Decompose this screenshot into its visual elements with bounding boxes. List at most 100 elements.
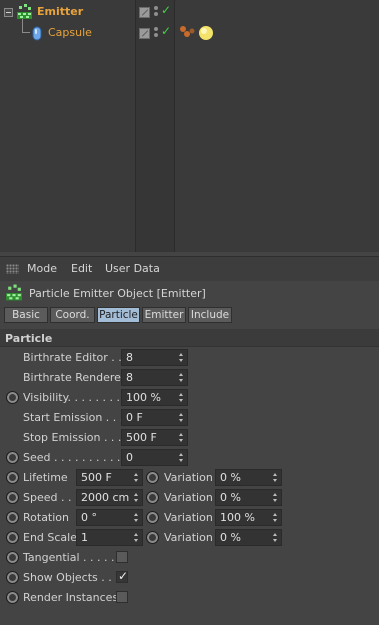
keyframe-circle-icon[interactable] [6, 571, 19, 584]
menu-edit[interactable]: Edit [71, 262, 92, 275]
object-header: Particle Emitter Object [Emitter] [0, 281, 379, 305]
end-scale-field[interactable]: 1 [76, 529, 143, 546]
spinner-arrows-icon[interactable] [134, 513, 139, 522]
spinner-arrows-icon[interactable] [179, 433, 184, 442]
tab-basic[interactable]: Basic [4, 307, 48, 323]
field-value: 500 F [126, 431, 157, 444]
param-label: Birthrate Editor . . [23, 351, 122, 364]
rotation-variation-field[interactable]: 100 % [215, 509, 282, 526]
param-start-emission: Start Emission . . . 0 F [0, 408, 379, 428]
spinner-arrows-icon[interactable] [179, 393, 184, 402]
end-scale-variation-field[interactable]: 0 % [215, 529, 282, 546]
menu-user-data[interactable]: User Data [105, 262, 160, 275]
keyframe-circle-icon[interactable] [6, 531, 19, 544]
spinner-arrows-icon[interactable] [134, 533, 139, 542]
show-objects-checkbox[interactable] [116, 569, 128, 583]
layer-icon[interactable] [139, 7, 150, 18]
visibility-dots[interactable] [154, 27, 159, 40]
spinner-arrows-icon[interactable] [179, 373, 184, 382]
param-render-instances: Render Instances [0, 588, 379, 608]
enabled-check-icon[interactable]: ✓ [161, 3, 171, 17]
emitter-icon [6, 284, 22, 301]
render-instances-checkbox[interactable] [116, 591, 128, 603]
birthrate-editor-field[interactable]: 8 [121, 349, 188, 366]
object-manager: Emitter ✓ Capsule ✓ [0, 0, 379, 252]
lifetime-variation-field[interactable]: 0 % [215, 469, 282, 486]
section-header: Particle [0, 329, 379, 347]
keyframe-circle-icon[interactable] [146, 511, 159, 524]
variation-label: Variation [164, 491, 213, 504]
grip-icon[interactable] [6, 264, 19, 274]
menu-bar: Mode Edit User Data [0, 257, 379, 281]
field-value: 100 % [126, 391, 161, 404]
stop-emission-field[interactable]: 500 F [121, 429, 188, 446]
variation-label: Variation [164, 471, 213, 484]
speed-field[interactable]: 2000 cm [76, 489, 143, 506]
variation-label: Variation [164, 511, 213, 524]
tab-particle[interactable]: Particle [97, 307, 140, 323]
keyframe-circle-icon[interactable] [6, 511, 19, 524]
tangential-checkbox[interactable] [116, 551, 128, 563]
field-value: 1 [81, 531, 88, 544]
keyframe-circle-icon[interactable] [6, 491, 19, 504]
spinner-arrows-icon[interactable] [134, 493, 139, 502]
attribute-manager: Mode Edit User Data Particle Emitter Obj… [0, 256, 379, 625]
enabled-check-icon[interactable]: ✓ [161, 24, 171, 38]
start-emission-field[interactable]: 0 F [121, 409, 188, 426]
field-value: 100 % [220, 511, 255, 524]
section-title: Particle [5, 332, 53, 345]
param-visibility: Visibility. . . . . . . . 100 % [0, 388, 379, 408]
keyframe-circle-icon[interactable] [6, 591, 19, 604]
param-birthrate-editor: Birthrate Editor . . 8 [0, 348, 379, 368]
field-value: 8 [126, 351, 133, 364]
keyframe-circle-icon[interactable] [146, 491, 159, 504]
object-name: Capsule [48, 26, 92, 39]
param-label: Show Objects . . [23, 571, 112, 584]
spinner-arrows-icon[interactable] [179, 453, 184, 462]
spinner-arrows-icon[interactable] [179, 353, 184, 362]
spinner-arrows-icon[interactable] [273, 533, 278, 542]
variation-label: Variation [164, 531, 213, 544]
field-value: 2000 cm [81, 491, 130, 504]
param-label: Render Instances [23, 591, 119, 604]
layer-icon[interactable] [139, 28, 150, 39]
param-label: Visibility. . . . . . . . [23, 391, 120, 404]
param-stop-emission: Stop Emission . . . 500 F [0, 428, 379, 448]
param-label: Tangential . . . . . [23, 551, 115, 564]
keyframe-circle-icon[interactable] [6, 551, 19, 564]
param-label: Lifetime [23, 471, 68, 484]
spinner-arrows-icon[interactable] [179, 413, 184, 422]
spinner-arrows-icon[interactable] [273, 513, 278, 522]
object-row-capsule[interactable]: Capsule ✓ [0, 23, 379, 43]
tab-emitter[interactable]: Emitter [142, 307, 186, 323]
keyframe-circle-icon[interactable] [6, 471, 19, 484]
visibility-dots[interactable] [154, 6, 159, 19]
field-value: 0 % [220, 491, 241, 504]
spinner-arrows-icon[interactable] [273, 493, 278, 502]
speed-variation-field[interactable]: 0 % [215, 489, 282, 506]
lifetime-field[interactable]: 500 F [76, 469, 143, 486]
collapse-toggle[interactable] [4, 8, 13, 17]
visibility-field[interactable]: 100 % [121, 389, 188, 406]
param-tangential: Tangential . . . . . [0, 548, 379, 568]
rotation-field[interactable]: 0 ° [76, 509, 143, 526]
keyframe-circle-icon[interactable] [6, 391, 19, 404]
object-name: Emitter [37, 5, 84, 18]
birthrate-renderer-field[interactable]: 8 [121, 369, 188, 386]
param-show-objects: Show Objects . . [0, 568, 379, 588]
keyframe-circle-icon[interactable] [6, 451, 19, 464]
tab-include[interactable]: Include [188, 307, 232, 323]
spinner-arrows-icon[interactable] [273, 473, 278, 482]
field-value: 0 [126, 451, 133, 464]
keyframe-circle-icon[interactable] [146, 531, 159, 544]
tab-coord[interactable]: Coord. [50, 307, 95, 323]
keyframe-circle-icon[interactable] [146, 471, 159, 484]
field-value: 0 % [220, 531, 241, 544]
material-tags-icon[interactable] [178, 24, 218, 42]
seed-field[interactable]: 0 [121, 449, 188, 466]
menu-mode[interactable]: Mode [27, 262, 57, 275]
param-rotation: Rotation 0 ° Variation 100 % [0, 508, 379, 528]
object-row-emitter[interactable]: Emitter ✓ [0, 2, 379, 22]
spinner-arrows-icon[interactable] [134, 473, 139, 482]
param-label: Seed . . . . . . . . . . . [23, 451, 128, 464]
